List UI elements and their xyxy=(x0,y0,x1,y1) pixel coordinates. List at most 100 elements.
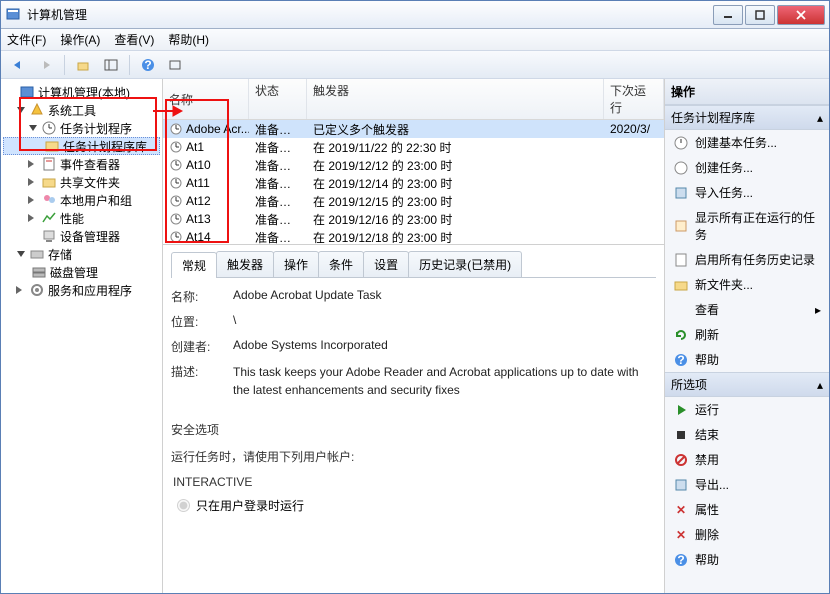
action-delete[interactable]: ✕删除 xyxy=(665,522,829,547)
action-disable[interactable]: 禁用 xyxy=(665,447,829,472)
menu-action[interactable]: 操作(A) xyxy=(60,31,100,48)
svg-text:?: ? xyxy=(677,553,684,567)
task-state: 准备就绪 xyxy=(249,211,307,228)
action-properties[interactable]: ✕属性 xyxy=(665,497,829,522)
overflow-button[interactable] xyxy=(163,53,189,77)
history-icon xyxy=(673,252,689,268)
menu-file[interactable]: 文件(F) xyxy=(7,31,46,48)
runas-text: 运行任务时，请使用下列用户帐户: xyxy=(171,448,656,465)
close-button[interactable] xyxy=(777,5,825,25)
tree-storage[interactable]: 存储 xyxy=(3,245,160,263)
task-row[interactable]: At12准备就绪在 2019/12/15 的 23:00 时 xyxy=(163,192,664,210)
menubar: 文件(F) 操作(A) 查看(V) 帮助(H) xyxy=(1,29,829,51)
task-row[interactable]: At10准备就绪在 2019/12/12 的 23:00 时 xyxy=(163,156,664,174)
task-trigger: 在 2019/12/15 的 23:00 时 xyxy=(307,193,604,210)
actions-section-library[interactable]: 任务计划程序库▴ xyxy=(665,105,829,130)
task-list[interactable]: 名称 状态 触发器 下次运行 Adobe Acr...准备就绪已定义多个触发器2… xyxy=(163,79,664,245)
col-state[interactable]: 状态 xyxy=(249,79,307,119)
menu-view[interactable]: 查看(V) xyxy=(114,31,154,48)
actions-section-selected[interactable]: 所选项▴ xyxy=(665,372,829,397)
value-author: Adobe Systems Incorporated xyxy=(233,338,656,355)
action-refresh[interactable]: 刷新 xyxy=(665,322,829,347)
action-create-basic[interactable]: 创建基本任务... xyxy=(665,130,829,155)
value-desc: This task keeps your Adobe Reader and Ac… xyxy=(233,363,656,399)
task-state: 准备就绪 xyxy=(249,157,307,174)
task-row[interactable]: Adobe Acr...准备就绪已定义多个触发器2020/3/ xyxy=(163,120,664,138)
task-row[interactable]: At13准备就绪在 2019/12/16 的 23:00 时 xyxy=(163,210,664,228)
tree-root[interactable]: 计算机管理(本地) xyxy=(3,83,160,101)
help-button[interactable]: ? xyxy=(135,53,161,77)
label-location: 位置: xyxy=(171,313,219,330)
import-icon xyxy=(673,185,689,201)
task-trigger: 在 2019/12/14 的 23:00 时 xyxy=(307,175,604,192)
chevron-right-icon: ▸ xyxy=(815,303,821,317)
tab-settings[interactable]: 设置 xyxy=(363,251,409,277)
running-icon xyxy=(673,218,689,234)
tree-local-users[interactable]: 本地用户和组 xyxy=(3,191,160,209)
task-icon xyxy=(673,160,689,176)
tree-task-library[interactable]: 任务计划程序库 xyxy=(3,137,160,155)
tree-performance[interactable]: 性能 xyxy=(3,209,160,227)
center-pane: 名称 状态 触发器 下次运行 Adobe Acr...准备就绪已定义多个触发器2… xyxy=(163,79,665,593)
maximize-button[interactable] xyxy=(745,5,775,25)
menu-help[interactable]: 帮助(H) xyxy=(168,31,209,48)
toolbar: ? xyxy=(1,51,829,79)
col-next[interactable]: 下次运行 xyxy=(604,79,664,119)
task-state: 准备就绪 xyxy=(249,193,307,210)
app-icon xyxy=(5,7,21,23)
tab-general[interactable]: 常规 xyxy=(171,252,217,278)
task-name: At11 xyxy=(186,176,210,190)
task-row[interactable]: At1准备就绪在 2019/11/22 的 22:30 时 xyxy=(163,138,664,156)
action-import[interactable]: 导入任务... xyxy=(665,180,829,205)
task-name: At14 xyxy=(186,230,211,244)
radio-loggedon-row: 只在用户登录时运行 xyxy=(177,497,656,514)
tree-event-viewer[interactable]: 事件查看器 xyxy=(3,155,160,173)
tree-services-apps[interactable]: 服务和应用程序 xyxy=(3,281,160,299)
play-icon xyxy=(673,402,689,418)
forward-button[interactable] xyxy=(33,53,59,77)
tree-task-scheduler[interactable]: 任务计划程序 xyxy=(3,119,160,137)
svg-text:?: ? xyxy=(677,353,684,367)
collapse-icon: ▴ xyxy=(817,111,823,125)
svg-text:?: ? xyxy=(144,58,151,72)
col-name[interactable]: 名称 xyxy=(163,79,249,119)
account-value: INTERACTIVE xyxy=(173,475,656,489)
task-name: At10 xyxy=(186,158,211,172)
task-row[interactable]: At14准备就绪在 2019/12/18 的 23:00 时 xyxy=(163,228,664,245)
tab-history[interactable]: 历史记录(已禁用) xyxy=(408,251,522,277)
action-help2[interactable]: ?帮助 xyxy=(665,547,829,572)
action-export[interactable]: 导出... xyxy=(665,472,829,497)
task-name: Adobe Acr... xyxy=(186,122,249,136)
label-name: 名称: xyxy=(171,288,219,305)
back-button[interactable] xyxy=(5,53,31,77)
action-run[interactable]: 运行 xyxy=(665,397,829,422)
tree-disk-mgmt[interactable]: 磁盘管理 xyxy=(3,263,160,281)
action-view[interactable]: 查看▸ xyxy=(665,297,829,322)
task-trigger: 已定义多个触发器 xyxy=(307,121,604,138)
help-icon: ? xyxy=(673,552,689,568)
task-detail: 常规 触发器 操作 条件 设置 历史记录(已禁用) 名称: Adobe Acrob… xyxy=(163,245,664,593)
col-trigger[interactable]: 触发器 xyxy=(307,79,604,119)
action-help[interactable]: ?帮助 xyxy=(665,347,829,372)
window-title: 计算机管理 xyxy=(27,6,711,23)
up-button[interactable] xyxy=(70,53,96,77)
tree-device-manager[interactable]: 设备管理器 xyxy=(3,227,160,245)
tab-triggers[interactable]: 触发器 xyxy=(216,251,274,277)
task-trigger: 在 2019/11/22 的 22:30 时 xyxy=(307,139,604,156)
tab-actions[interactable]: 操作 xyxy=(273,251,319,277)
tree-shared-folders[interactable]: 共享文件夹 xyxy=(3,173,160,191)
value-name: Adobe Acrobat Update Task xyxy=(233,288,656,305)
tree-system-tools[interactable]: 系统工具 xyxy=(3,101,160,119)
task-row[interactable]: At11准备就绪在 2019/12/14 的 23:00 时 xyxy=(163,174,664,192)
action-create-task[interactable]: 创建任务... xyxy=(665,155,829,180)
tab-conditions[interactable]: 条件 xyxy=(318,251,364,277)
action-enable-history[interactable]: 启用所有任务历史记录 xyxy=(665,247,829,272)
action-new-folder[interactable]: 新文件夹... xyxy=(665,272,829,297)
radio-loggedon[interactable] xyxy=(177,499,190,512)
folder-icon xyxy=(673,277,689,293)
minimize-button[interactable] xyxy=(713,5,743,25)
delete-x-icon: ✕ xyxy=(673,502,689,518)
show-hide-button[interactable] xyxy=(98,53,124,77)
action-show-running[interactable]: 显示所有正在运行的任务 xyxy=(665,205,829,247)
action-end[interactable]: 结束 xyxy=(665,422,829,447)
